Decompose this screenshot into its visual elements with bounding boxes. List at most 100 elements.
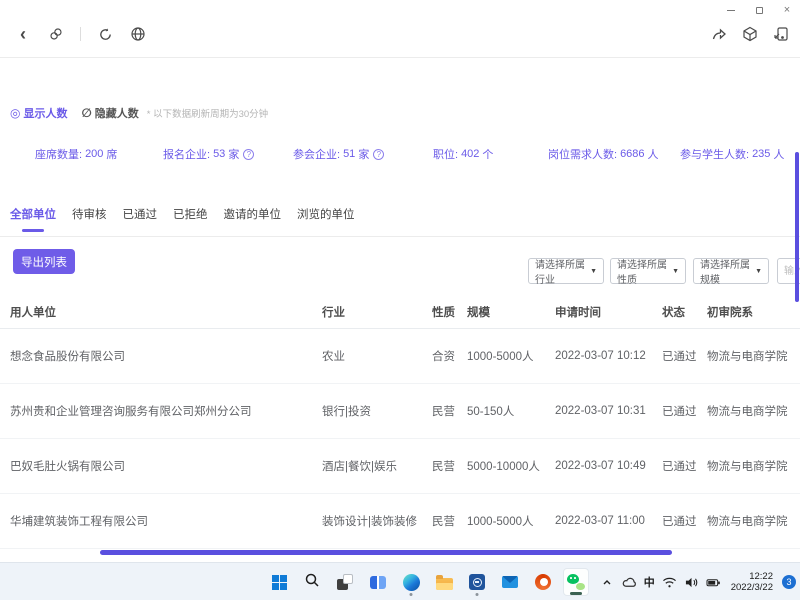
nature: 民营 bbox=[432, 513, 467, 529]
table-row[interactable]: 想念食品股份有限公司 农业 合资 1000-5000人 2022-03-07 1… bbox=[0, 329, 800, 384]
blue-app-button[interactable] bbox=[464, 568, 490, 596]
tabs-divider bbox=[0, 236, 800, 237]
toolbar-bottom-divider bbox=[0, 57, 800, 58]
nature: 民营 bbox=[432, 403, 467, 419]
hide-count-toggle[interactable]: ∅ 隐藏人数 bbox=[81, 105, 138, 121]
tab-all-companies[interactable]: 全部单位 bbox=[10, 206, 56, 236]
stats-bar: 座席数量: 200 席 报名企业: 53 家 ? 参会企业: 51 家 ? 职位… bbox=[35, 146, 800, 162]
industry-select[interactable]: 请选择所属行业 ▼ bbox=[528, 258, 604, 284]
link-icon[interactable] bbox=[47, 25, 65, 43]
tab-viewed-companies[interactable]: 浏览的单位 bbox=[297, 206, 355, 236]
apply-time: 2022-03-07 11:00 bbox=[555, 515, 662, 527]
show-count-toggle[interactable]: ◎ 显示人数 bbox=[10, 105, 67, 121]
help-icon[interactable]: ? bbox=[243, 149, 254, 160]
task-view-button[interactable] bbox=[365, 568, 391, 596]
table-row[interactable]: 苏州贵和企业管理咨询服务有限公司郑州分公司 银行|投资 民营 50-150人 2… bbox=[0, 384, 800, 439]
stat-positions: 职位: 402 个 bbox=[433, 146, 548, 162]
refresh-note: * 以下数据刷新周期为30分钟 bbox=[147, 106, 268, 120]
department: 物流与电商学院 bbox=[707, 513, 800, 529]
apply-time: 2022-03-07 10:49 bbox=[555, 460, 662, 472]
wechat-app-button[interactable] bbox=[563, 568, 589, 596]
windows-taskbar: 中 12:22 2022/3/22 3 bbox=[0, 562, 800, 600]
start-button[interactable] bbox=[266, 568, 292, 596]
file-explorer-button[interactable] bbox=[431, 568, 457, 596]
back-icon[interactable]: ‹ bbox=[14, 25, 32, 43]
department: 物流与电商学院 bbox=[707, 403, 800, 419]
scale: 50-150人 bbox=[467, 403, 555, 419]
status: 已通过 bbox=[662, 458, 707, 474]
share-icon[interactable] bbox=[710, 25, 728, 43]
onedrive-cloud-icon[interactable] bbox=[622, 575, 637, 590]
col-status: 状态 bbox=[662, 304, 707, 320]
close-button[interactable]: × bbox=[780, 3, 794, 17]
system-tray: 中 12:22 2022/3/22 3 bbox=[600, 563, 796, 600]
table-row[interactable]: 华埔建筑装饰工程有限公司 装饰设计|装饰装修 民营 1000-5000人 202… bbox=[0, 494, 800, 549]
help-icon[interactable]: ? bbox=[373, 149, 384, 160]
nature: 合资 bbox=[432, 348, 467, 364]
blue-app-icon bbox=[469, 574, 485, 590]
window-controls: × bbox=[724, 3, 794, 17]
globe-icon[interactable] bbox=[129, 25, 147, 43]
company-name: 想念食品股份有限公司 bbox=[10, 348, 322, 364]
office-app-button[interactable] bbox=[530, 568, 556, 596]
apply-time: 2022-03-07 10:12 bbox=[555, 350, 662, 362]
scale: 1000-5000人 bbox=[467, 513, 555, 529]
hide-count-icon: ∅ bbox=[81, 107, 91, 119]
running-indicator-dot bbox=[410, 593, 413, 596]
mail-app-button[interactable] bbox=[497, 568, 523, 596]
stat-registered-companies: 报名企业: 53 家 ? bbox=[163, 146, 293, 162]
company-name: 华埔建筑装饰工程有限公司 bbox=[10, 513, 322, 529]
wifi-icon[interactable] bbox=[662, 575, 677, 590]
chevron-down-icon: ▼ bbox=[755, 268, 762, 275]
open-on-phone-icon[interactable] bbox=[772, 25, 790, 43]
tab-approved[interactable]: 已通过 bbox=[123, 206, 158, 236]
company-name: 巴奴毛肚火锅有限公司 bbox=[10, 458, 322, 474]
nature-select[interactable]: 请选择所属性质 ▼ bbox=[610, 258, 686, 284]
refresh-icon[interactable] bbox=[96, 25, 114, 43]
scale: 5000-10000人 bbox=[467, 458, 555, 474]
miniprogram-cube-icon[interactable] bbox=[741, 25, 759, 43]
tab-invited-companies[interactable]: 邀请的单位 bbox=[224, 206, 282, 236]
edge-browser-button[interactable] bbox=[398, 568, 424, 596]
stat-attending-companies: 参会企业: 51 家 ? bbox=[293, 146, 433, 162]
speaker-icon[interactable] bbox=[684, 575, 699, 590]
industry: 酒店|餐饮|娱乐 bbox=[322, 458, 432, 474]
col-industry: 行业 bbox=[322, 304, 432, 320]
taskbar-search-button[interactable] bbox=[299, 568, 325, 596]
notification-count-badge[interactable]: 3 bbox=[782, 575, 796, 589]
export-list-button[interactable]: 导出列表 bbox=[13, 249, 75, 274]
stat-students: 参与学生人数: 235 人 bbox=[680, 146, 784, 162]
maximize-button[interactable] bbox=[752, 3, 766, 17]
company-name: 苏州贵和企业管理咨询服务有限公司郑州分公司 bbox=[10, 403, 322, 419]
col-apply-time: 申请时间 bbox=[555, 304, 662, 320]
horizontal-scrollbar-thumb[interactable] bbox=[100, 550, 672, 555]
show-count-icon: ◎ bbox=[10, 107, 20, 119]
ime-indicator[interactable]: 中 bbox=[644, 574, 655, 590]
chevron-down-icon: ▼ bbox=[590, 268, 597, 275]
tab-rejected[interactable]: 已拒绝 bbox=[173, 206, 208, 236]
nature: 民营 bbox=[432, 458, 467, 474]
taskbar-pinned-apps bbox=[266, 568, 589, 596]
visibility-bar: ◎ 显示人数 ∅ 隐藏人数 * 以下数据刷新周期为30分钟 bbox=[10, 105, 268, 121]
task-view-icon bbox=[370, 576, 386, 589]
status: 已通过 bbox=[662, 513, 707, 529]
vertical-scrollbar-thumb[interactable] bbox=[795, 152, 799, 302]
apply-time: 2022-03-07 10:31 bbox=[555, 405, 662, 417]
tray-chevron-up-icon[interactable] bbox=[600, 575, 615, 590]
col-scale: 规模 bbox=[467, 304, 555, 320]
active-window-indicator bbox=[570, 592, 582, 595]
minimize-button[interactable] bbox=[724, 3, 738, 17]
battery-icon[interactable] bbox=[706, 575, 721, 590]
taskbar-clock[interactable]: 12:22 2022/3/22 bbox=[731, 571, 773, 593]
widgets-icon bbox=[337, 574, 353, 590]
widgets-button[interactable] bbox=[332, 568, 358, 596]
edge-icon bbox=[403, 574, 420, 591]
col-department: 初审院系 bbox=[707, 304, 800, 320]
department: 物流与电商学院 bbox=[707, 458, 800, 474]
mail-icon bbox=[502, 576, 518, 588]
table-row[interactable]: 巴奴毛肚火锅有限公司 酒店|餐饮|娱乐 民营 5000-10000人 2022-… bbox=[0, 439, 800, 494]
department: 物流与电商学院 bbox=[707, 348, 800, 364]
toolbar-left-group: ‹ bbox=[14, 20, 147, 48]
tab-pending-review[interactable]: 待审核 bbox=[72, 206, 107, 236]
scale-select[interactable]: 请选择所属规模 ▼ bbox=[693, 258, 769, 284]
